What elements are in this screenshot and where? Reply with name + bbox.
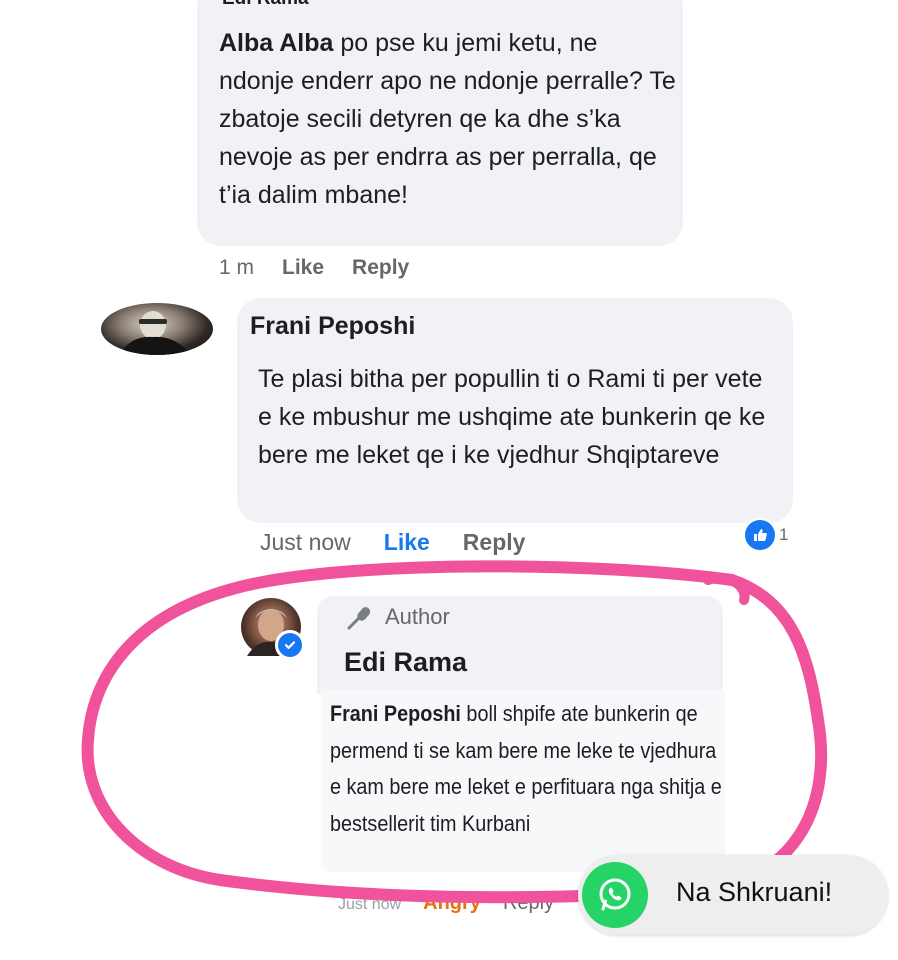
comment-text: Alba Alba po pse ku jemi ketu, ne ndonje… [219,24,679,214]
comment-actions: 1 m Like Reply [219,256,409,280]
comment-timestamp[interactable]: Just now [260,529,351,556]
thumbs-up-icon [743,518,777,552]
comment-author[interactable]: Edi Rama [222,0,309,10]
avatar[interactable] [101,303,213,355]
angry-reaction-button[interactable]: Angry [423,892,481,915]
reaction-summary[interactable]: 1 [743,518,788,552]
reaction-count: 1 [779,525,789,544]
comment-timestamp[interactable]: Just now [338,896,401,914]
verified-check-icon [275,630,305,660]
comment-author[interactable]: Edi Rama [344,647,467,678]
comment-text: Frani Peposhi boll shpife ate bunkerin q… [330,696,722,842]
comment-author[interactable]: Frani Peposhi [250,312,415,341]
like-button[interactable]: Like [282,256,324,280]
mention-link[interactable]: Frani Peposhi [330,701,461,726]
author-badge: Author [345,604,450,630]
comment-text: Te plasi bitha per popullin ti o Rami ti… [258,365,766,469]
whatsapp-icon[interactable] [582,862,648,928]
mention-link[interactable]: Alba Alba [219,29,333,57]
reply-button[interactable]: Reply [463,529,526,556]
comment-actions: Just now Angry Reply [338,892,554,915]
comment-timestamp[interactable]: 1 m [219,256,254,280]
microphone-icon [347,607,371,630]
author-badge-label: Author [385,604,450,629]
reply-button[interactable]: Reply [503,892,554,915]
reply-button[interactable]: Reply [352,256,409,280]
comment-actions: Just now Like Reply [260,529,525,556]
like-button[interactable]: Like [384,529,430,556]
whatsapp-label[interactable]: Na Shkruani! [676,877,832,908]
